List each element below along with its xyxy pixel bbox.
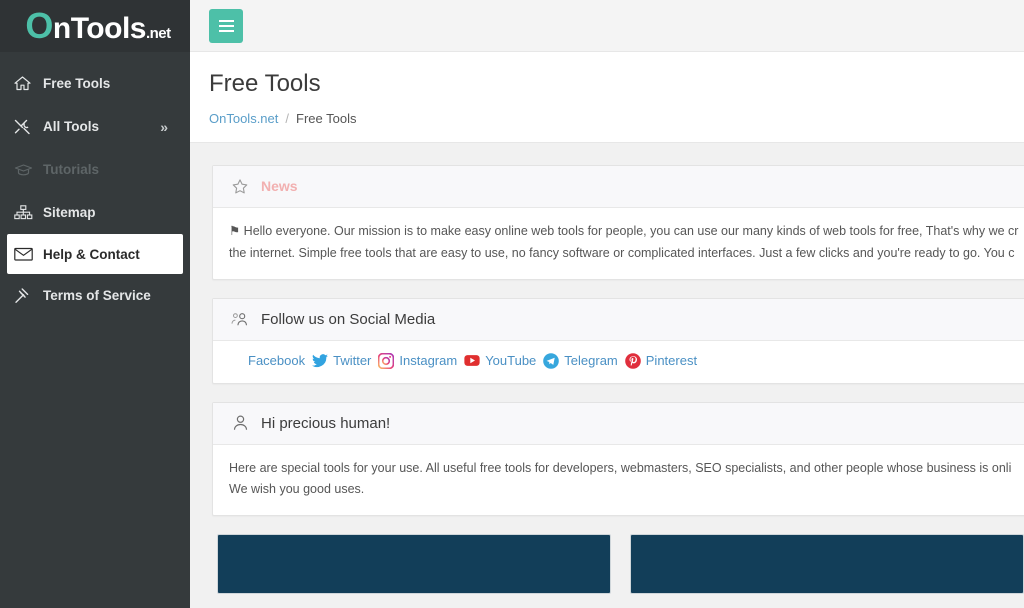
social-link-label: Facebook: [248, 353, 306, 369]
social-link-telegram[interactable]: Telegram: [564, 353, 617, 368]
sidebar-item-all-tools[interactable]: All Tools »: [0, 105, 190, 148]
hamburger-menu-icon[interactable]: [209, 8, 243, 43]
logo[interactable]: OnTools.net: [0, 0, 190, 52]
news-card: News ⚑ Hello everyone. Our mission is to…: [212, 164, 1024, 280]
social-link-youtube[interactable]: YouTube: [485, 353, 536, 368]
tool-panel[interactable]: [630, 534, 1024, 595]
social-link-label: Twitter: [333, 353, 372, 369]
envelope-icon: [14, 245, 36, 263]
social-link-label: Telegram: [564, 353, 618, 369]
topbar: [190, 0, 1024, 52]
sidebar-item-label: Tutorials: [43, 162, 100, 177]
breadcrumb-root-link[interactable]: OnTools.net: [209, 111, 278, 126]
logo-main-text: nTools: [52, 12, 147, 45]
welcome-card-header: Hi precious human!: [213, 402, 1024, 445]
news-line-2: the internet. Simple free tools that are…: [229, 245, 1015, 260]
news-card-header: News: [213, 165, 1024, 208]
welcome-line-2: We wish you good uses.: [229, 482, 365, 497]
pinterest-icon[interactable]: [624, 352, 641, 369]
logo-o-letter: O: [25, 5, 53, 46]
youtube-icon[interactable]: [464, 353, 480, 369]
welcome-card-body: Here are special tools for your use. All…: [213, 445, 1024, 516]
hamburger-bar: [218, 19, 234, 22]
tool-panels-row: [212, 534, 1024, 595]
news-card-title: News: [261, 178, 298, 195]
social-card-title: Follow us on Social Media: [261, 310, 436, 328]
users-icon: [229, 312, 251, 327]
sidebar-item-free-tools[interactable]: Free Tools: [0, 62, 190, 105]
main-area: Free Tools OnTools.net / Free Tools News…: [190, 0, 1024, 608]
sitemap-icon: [14, 204, 36, 222]
sidebar-nav: Free Tools All Tools » Tutorials Sitemap…: [0, 52, 190, 317]
sidebar-item-sitemap[interactable]: Sitemap: [0, 191, 190, 234]
social-link-facebook[interactable]: Facebook: [248, 353, 305, 368]
sidebar-item-label: Free Tools: [43, 76, 111, 91]
page-header: Free Tools OnTools.net / Free Tools: [190, 52, 1024, 143]
app-root: OnTools.net Free Tools All Tools » Tutor…: [0, 0, 1024, 608]
sidebar-item-help-contact[interactable]: Help & Contact: [7, 234, 183, 274]
content-area: News ⚑ Hello everyone. Our mission is to…: [190, 142, 1024, 608]
social-link-instagram[interactable]: Instagram: [399, 353, 457, 368]
social-links-row: Facebook Twitter Instagram YouTube Teleg…: [213, 341, 1024, 383]
sidebar-item-label: Help & Contact: [43, 246, 140, 262]
sidebar-item-label: Terms of Service: [43, 288, 151, 303]
logo-text: OnTools.net: [25, 5, 171, 46]
sidebar-item-tutorials[interactable]: Tutorials: [0, 148, 190, 191]
home-icon: [14, 75, 36, 93]
telegram-icon[interactable]: [543, 352, 560, 369]
gavel-icon: [14, 287, 36, 305]
twitter-icon[interactable]: [312, 353, 329, 369]
hamburger-bar: [218, 24, 234, 27]
breadcrumb-separator: /: [285, 110, 289, 126]
sidebar-item-terms-of-service[interactable]: Terms of Service: [0, 274, 190, 317]
welcome-card-title: Hi precious human!: [261, 414, 391, 432]
social-card-header: Follow us on Social Media: [213, 298, 1024, 341]
social-link-label: Pinterest: [645, 353, 698, 369]
social-card: Follow us on Social Media Facebook Twitt…: [212, 297, 1024, 384]
social-link-twitter[interactable]: Twitter: [333, 353, 371, 368]
welcome-card: Hi precious human! Here are special tool…: [212, 401, 1024, 517]
instagram-icon[interactable]: [378, 352, 395, 369]
social-link-label: Instagram: [399, 353, 458, 369]
sidebar: OnTools.net Free Tools All Tools » Tutor…: [0, 0, 190, 608]
sidebar-item-label: Sitemap: [43, 205, 96, 220]
hamburger-bar: [218, 29, 234, 32]
graduation-cap-icon: [14, 161, 36, 179]
welcome-line-1: Here are special tools for your use. All…: [229, 460, 1012, 475]
user-icon: [229, 415, 251, 431]
tools-icon: [14, 118, 36, 136]
breadcrumb: OnTools.net / Free Tools: [209, 111, 1024, 126]
tool-panel[interactable]: [217, 534, 611, 595]
logo-tld-text: .net: [145, 25, 171, 42]
sidebar-item-label: All Tools: [43, 119, 99, 134]
chevron-double-right-icon: »: [160, 118, 168, 135]
star-icon: [229, 179, 251, 194]
news-line-1: ⚑ Hello everyone. Our mission is to make…: [229, 223, 1019, 238]
social-link-label: YouTube: [485, 353, 537, 369]
page-title: Free Tools: [209, 70, 321, 97]
social-link-pinterest[interactable]: Pinterest: [646, 353, 697, 368]
news-card-body: ⚑ Hello everyone. Our mission is to make…: [213, 208, 1024, 279]
breadcrumb-current: Free Tools: [296, 110, 357, 126]
